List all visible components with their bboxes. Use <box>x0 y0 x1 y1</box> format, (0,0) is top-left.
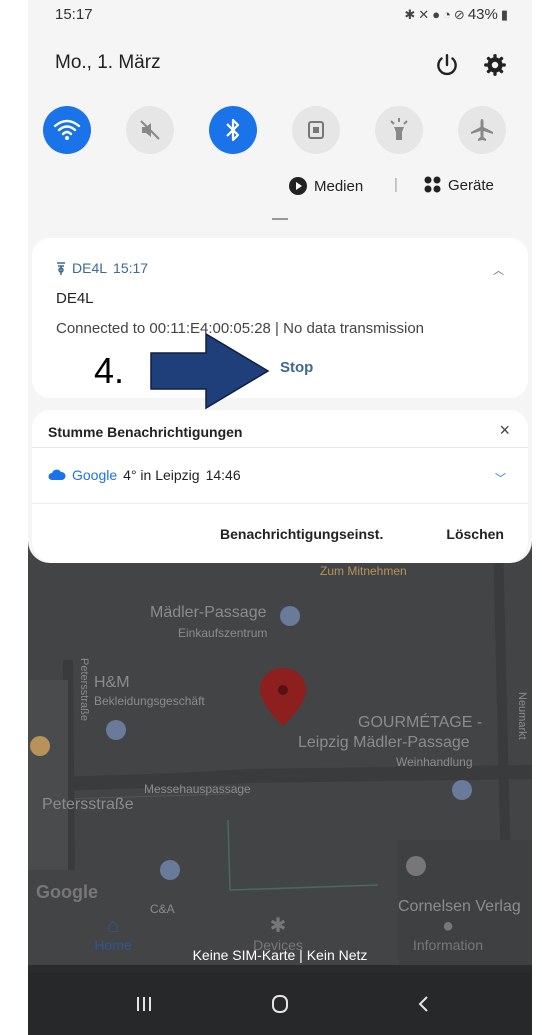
map-label-takeaway: Zum Mitnehmen <box>320 564 407 578</box>
expand-chevron-icon[interactable]: ﹀ <box>495 470 506 486</box>
sim-status-toast: Keine SIM-Karte | Kein Netz <box>192 947 368 963</box>
play-icon <box>289 177 307 195</box>
wifi-toggle[interactable] <box>43 106 91 154</box>
media-button[interactable]: Medien <box>288 176 363 196</box>
notification-shade: 15:17 ✱ ✕ ● ◔ ⊘ 43% ▮ Mo., 1. März Medie… <box>28 0 532 563</box>
mute-icon <box>140 120 160 140</box>
no-data-icon: ⊘ <box>453 6 465 22</box>
map-label-hm-sub: Bekleidungsgeschäft <box>94 694 205 708</box>
location-icon: ● <box>432 7 441 22</box>
notification-header: DE4L 15:17 <box>56 260 148 276</box>
back-chevron-icon <box>418 996 428 1012</box>
weather-text: 4° in Leipzig <box>123 467 200 483</box>
divider <box>32 447 528 448</box>
shade-drag-handle[interactable] <box>272 218 288 220</box>
bluetooth-icon: ✱ <box>269 915 287 937</box>
recent-apps-icon <box>137 997 151 1011</box>
status-bar: 15:17 ✱ ✕ ● ◔ ⊘ 43% ▮ <box>55 6 508 30</box>
power-icon[interactable] <box>434 52 460 78</box>
map-label-ca: C&A <box>150 902 175 916</box>
notification-app-name: DE4L <box>72 260 108 276</box>
info-icon: ● <box>441 915 455 937</box>
status-time: 15:17 <box>55 6 93 23</box>
bluetooth-icon: ✱ <box>404 6 416 22</box>
map-label-gourmet-sub: Weinhandlung <box>396 755 473 769</box>
google-weather-notification[interactable]: Google 4° in Leipzig 14:46 <box>48 467 241 483</box>
battery-percent: 43% <box>467 6 498 23</box>
wifi-icon <box>53 119 81 140</box>
home-button[interactable] <box>260 989 300 1019</box>
map-label-neumarkt: Neumarkt <box>516 692 528 740</box>
recent-apps-button[interactable] <box>124 989 164 1019</box>
date-row: Mo., 1. März <box>55 52 508 82</box>
clear-all-button[interactable]: Löschen <box>446 526 504 542</box>
home-circle-icon <box>272 995 288 1013</box>
map-label-street-vertical: Petersstraße <box>78 658 90 721</box>
notification-time: 15:17 <box>113 260 149 276</box>
bluetooth-icon <box>226 118 240 142</box>
flashlight-toggle[interactable] <box>375 106 423 154</box>
wifi-icon: ◔ <box>443 7 451 22</box>
bluetooth-toggle[interactable] <box>209 106 257 154</box>
divider <box>32 503 528 504</box>
annotation-arrow <box>150 332 270 410</box>
map-label-cornelsen: Cornelsen Verlag <box>398 898 521 915</box>
rotation-lock-toggle[interactable] <box>292 106 340 154</box>
google-app-name: Google <box>72 467 118 483</box>
devices-button[interactable]: Geräte <box>424 176 494 194</box>
map-view[interactable]: Zum Mitnehmen Mädler-Passage Einkaufszen… <box>28 540 532 965</box>
back-button[interactable] <box>404 989 444 1019</box>
rotation-lock-icon <box>308 121 324 139</box>
silent-notifications-card: Stumme Benachrichtigungen × Google 4° in… <box>32 410 528 563</box>
quick-settings-toggles <box>43 106 523 154</box>
weather-time: 14:46 <box>205 467 241 483</box>
airplane-icon <box>471 119 493 141</box>
map-label-passage-sub: Einkaufszentrum <box>178 626 268 640</box>
notification-title: DE4L <box>56 290 94 307</box>
map-label-hm: H&M <box>94 674 130 691</box>
gear-icon[interactable] <box>482 52 508 78</box>
notification-settings-button[interactable]: Benachrichtigungseinst. <box>220 526 383 542</box>
media-separator: | <box>394 176 398 193</box>
date-label: Mo., 1. März <box>55 52 161 73</box>
system-nav-bar <box>28 973 532 1035</box>
silent-group-title: Stumme Benachrichtigungen <box>48 424 243 440</box>
devices-label: Geräte <box>448 176 494 194</box>
flashlight-icon <box>390 118 408 140</box>
mute-icon: ✕ <box>418 6 430 22</box>
map-label-passage: Mädler-Passage <box>150 604 267 621</box>
google-logo: Google <box>36 882 98 902</box>
app-small-icon <box>57 262 65 275</box>
status-icons: ✱ ✕ ● ◔ ⊘ 43% ▮ <box>404 6 508 23</box>
map-label-gourmet2: Leipzig Mädler-Passage <box>298 734 470 751</box>
close-icon[interactable]: × <box>499 420 510 441</box>
annotation-step-number: 4. <box>94 350 125 391</box>
battery-icon: ▮ <box>500 6 508 22</box>
sound-mute-toggle[interactable] <box>126 106 174 154</box>
map-label-street2: Petersstraße <box>42 796 134 813</box>
map-label-street1: Messehauspassage <box>144 782 251 796</box>
cloud-icon <box>48 469 66 480</box>
airplane-mode-toggle[interactable] <box>458 106 506 154</box>
collapse-chevron-icon[interactable]: ︿ <box>493 262 504 278</box>
media-label: Medien <box>314 177 364 195</box>
media-devices-row: Medien | Geräte <box>28 176 532 200</box>
devices-grid-icon <box>424 176 441 193</box>
phone-screen: Zum Mitnehmen Mädler-Passage Einkaufszen… <box>28 0 532 1035</box>
map-label-gourmet: GOURMÉTAGE - <box>358 714 483 731</box>
home-icon: ⌂ <box>106 915 120 937</box>
stop-button[interactable]: Stop <box>280 359 313 376</box>
